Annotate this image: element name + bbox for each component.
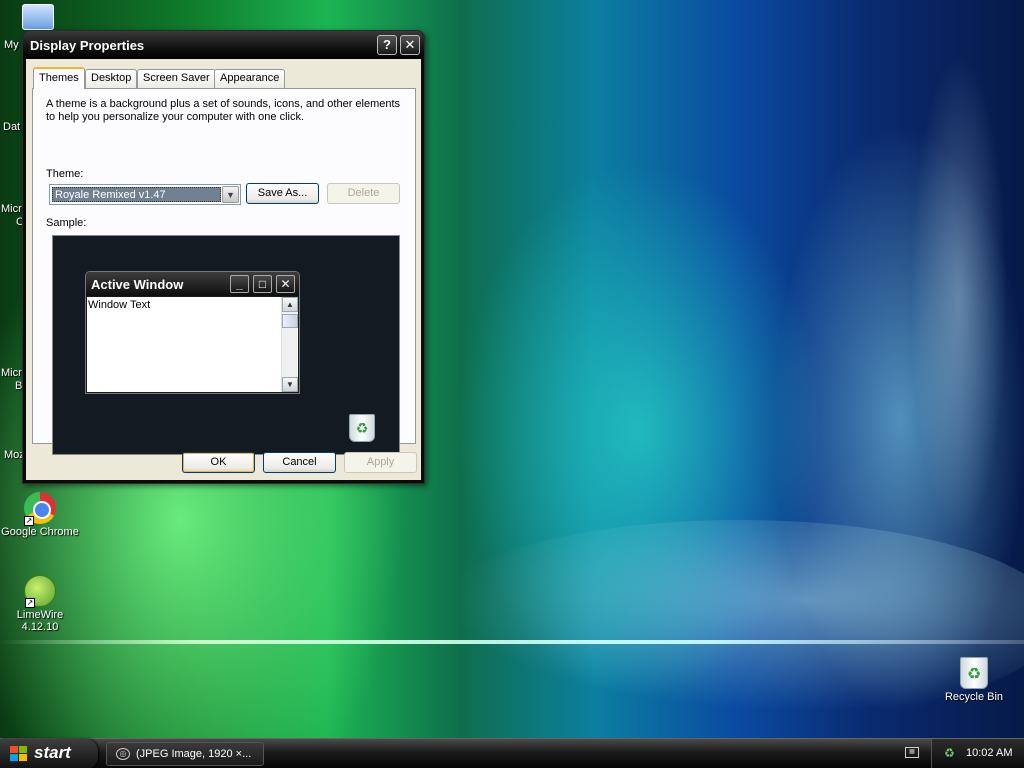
sample-window-text: Window Text [88, 299, 151, 311]
close-icon: ✕ [276, 275, 295, 293]
sample-window-title-text: Active Window [91, 277, 184, 292]
theme-dropdown[interactable]: Royale Remixed v1.47 ▼ [49, 184, 241, 205]
keyboard-icon[interactable]: ▦ [905, 747, 919, 758]
theme-sample-preview: Active Window _ □ ✕ Window Text ▲ ▼ [52, 235, 400, 455]
tab-themes[interactable]: Themes [33, 67, 85, 89]
desktop-icon-label-data[interactable]: Dat [3, 121, 20, 133]
chrome-icon: ↗ [24, 492, 56, 526]
themes-panel: A theme is a background plus a set of so… [32, 88, 416, 455]
wallpaper-sparkles [840, 40, 1010, 680]
sample-window-title: Active Window _ □ ✕ [86, 272, 299, 296]
tab-desktop[interactable]: Desktop [85, 69, 138, 88]
theme-description: A theme is a background plus a set of so… [46, 98, 401, 123]
display-properties-dialog: Display Properties ? ✕ Themes Desktop Sc… [22, 30, 425, 484]
taskbar: start ◎ (JPEG Image, 1920 ×... ▦ ♻ 10:02… [0, 738, 1024, 768]
start-button[interactable]: start [0, 739, 98, 768]
taskbar-task-jpeg-image[interactable]: ◎ (JPEG Image, 1920 ×... [106, 742, 264, 766]
chevron-down-icon[interactable]: ▼ [222, 186, 239, 203]
desktop-icon-label: Recycle Bin [944, 691, 1004, 703]
browser-icon: ◎ [116, 748, 130, 760]
tab-screen-saver[interactable]: Screen Saver [137, 69, 216, 88]
minimize-icon: _ [230, 275, 249, 293]
shortcut-arrow-icon: ↗ [25, 598, 35, 608]
help-icon: ? [383, 37, 391, 52]
maximize-icon: □ [253, 275, 272, 293]
sample-active-window: Active Window _ □ ✕ Window Text ▲ ▼ [85, 271, 300, 394]
windows-flag-icon [10, 746, 27, 762]
help-button[interactable]: ? [377, 35, 397, 55]
wallpaper-light-streak [0, 640, 1024, 644]
scroll-up-icon: ▲ [282, 297, 298, 312]
theme-label: Theme: [46, 168, 84, 180]
desktop-icon-label: Google Chrome [1, 526, 79, 538]
task-label: (JPEG Image, 1920 ×... [136, 748, 252, 760]
desktop-icon-limewire[interactable]: ↗ LimeWire 4.12.10 [0, 575, 80, 633]
sample-scrollbar: ▲ ▼ [281, 297, 298, 392]
limewire-icon: ↗ [24, 575, 56, 608]
save-as-button[interactable]: Save As... [246, 183, 319, 204]
dialog-titlebar[interactable]: Display Properties ? ✕ [23, 31, 424, 59]
tab-appearance[interactable]: Appearance [214, 69, 286, 88]
ok-button[interactable]: OK [182, 452, 255, 473]
start-label: start [34, 743, 71, 762]
close-icon: ✕ [404, 37, 416, 52]
shortcut-arrow-icon: ↗ [24, 516, 34, 526]
delete-button[interactable]: Delete [327, 183, 400, 204]
apply-button[interactable]: Apply [344, 452, 417, 473]
scroll-thumb [282, 314, 298, 328]
close-button[interactable]: ✕ [400, 35, 420, 55]
dialog-client-area: Themes Desktop Screen Saver Appearance A… [26, 59, 421, 480]
system-tray: ♻ 10:02 AM [931, 739, 1024, 768]
desktop-icon-my-computer[interactable] [22, 4, 54, 30]
cancel-button[interactable]: Cancel [263, 452, 336, 473]
clock[interactable]: 10:02 AM [966, 747, 1012, 759]
desktop-icon-label-my[interactable]: My [4, 39, 19, 51]
sample-window-body: Window Text ▲ ▼ [87, 297, 298, 392]
desktop-icon-label: LimeWire [16, 609, 64, 621]
dialog-title: Display Properties [30, 38, 145, 53]
sample-recycle-bin-icon [349, 414, 375, 442]
scroll-down-icon: ▼ [282, 377, 298, 392]
theme-dropdown-value: Royale Remixed v1.47 [52, 187, 221, 202]
network-tray-icon[interactable]: ♻ [944, 746, 957, 760]
desktop-icon-google-chrome[interactable]: ↗ Google Chrome [0, 492, 80, 538]
recycle-bin-icon [960, 657, 988, 689]
sample-label: Sample: [46, 217, 87, 229]
desktop-icon-label-version: 4.12.10 [21, 621, 59, 633]
desktop-icon-recycle-bin[interactable]: Recycle Bin [934, 657, 1014, 703]
